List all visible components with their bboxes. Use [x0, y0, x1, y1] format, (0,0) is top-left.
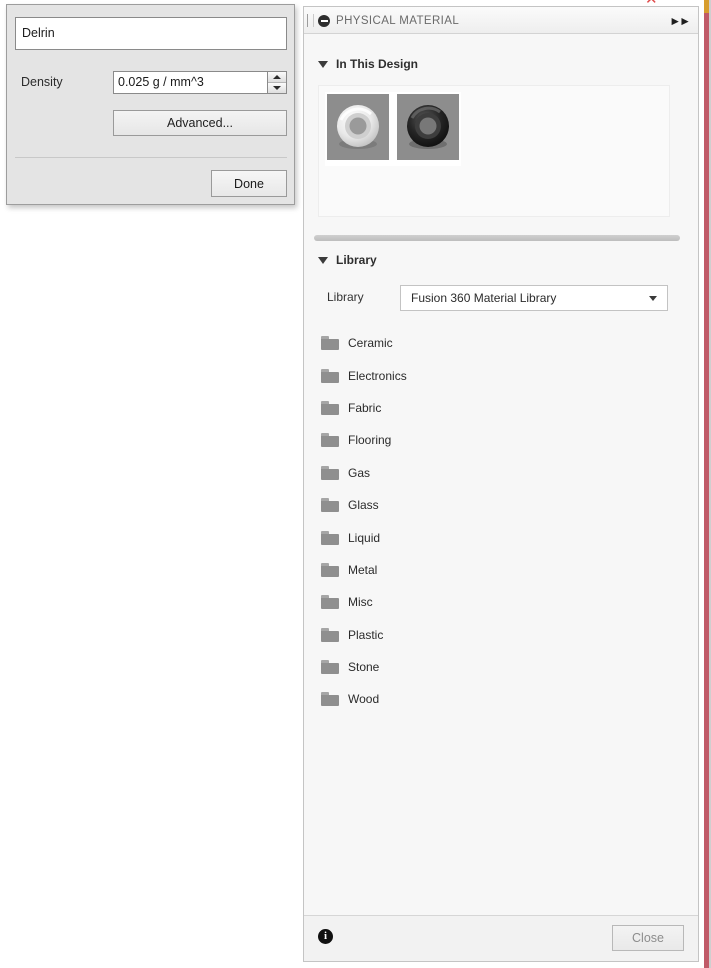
folder-icon	[321, 433, 339, 448]
list-item[interactable]: Misc	[318, 586, 690, 618]
list-item[interactable]: Glass	[318, 489, 690, 521]
library-section-header[interactable]: Library	[318, 253, 377, 267]
folder-icon	[321, 530, 339, 545]
library-folder-list: Ceramic Electronics Fabric Flooring Gas …	[318, 327, 690, 716]
density-stepper-up[interactable]	[268, 72, 286, 83]
library-select-value: Fusion 360 Material Library	[411, 291, 557, 305]
double-chevron-right-icon[interactable]: ►►	[669, 15, 691, 27]
chevron-down-icon	[649, 296, 657, 301]
folder-label: Metal	[348, 562, 378, 577]
density-label: Density	[21, 75, 63, 89]
material-name-input[interactable]: Delrin	[15, 17, 287, 50]
drag-grip-icon[interactable]	[307, 14, 314, 27]
list-item[interactable]: Electronics	[318, 359, 690, 391]
folder-icon	[321, 498, 339, 513]
library-select[interactable]: Fusion 360 Material Library	[400, 285, 668, 311]
list-item[interactable]: Liquid	[318, 521, 690, 553]
white-torus-material-swatch[interactable]	[327, 94, 389, 160]
list-item[interactable]: Metal	[318, 554, 690, 586]
folder-label: Stone	[348, 660, 380, 675]
folder-label: Misc	[348, 595, 373, 610]
folder-label: Fabric	[348, 400, 382, 415]
list-item[interactable]: Plastic	[318, 619, 690, 651]
library-select-row: Library Fusion 360 Material Library	[318, 285, 678, 311]
edit-material-dialog: Delrin Density 0.025 g / mm^3 Advanced..…	[6, 4, 295, 205]
section-splitter[interactable]	[314, 235, 680, 241]
screen-root: Delrin Density 0.025 g / mm^3 Advanced..…	[0, 0, 711, 968]
folder-icon	[321, 465, 339, 480]
folder-icon	[321, 627, 339, 642]
list-item[interactable]: Wood	[318, 683, 690, 715]
close-button[interactable]: Close	[612, 925, 684, 951]
panel-header: PHYSICAL MATERIAL ►►	[304, 7, 698, 34]
triangle-down-icon	[318, 60, 328, 68]
density-value[interactable]: 0.025 g / mm^3	[118, 72, 264, 93]
list-item[interactable]: Ceramic	[318, 327, 690, 359]
in-this-design-label: In This Design	[336, 57, 419, 71]
done-button[interactable]: Done	[211, 170, 287, 197]
panel-title: PHYSICAL MATERIAL	[336, 15, 460, 27]
black-torus-material-swatch[interactable]	[397, 94, 459, 160]
folder-icon	[321, 595, 339, 610]
folder-label: Electronics	[348, 368, 407, 383]
folder-icon	[321, 692, 339, 707]
folder-label: Plastic	[348, 627, 384, 642]
density-field[interactable]: 0.025 g / mm^3	[113, 71, 287, 94]
folder-icon	[321, 400, 339, 415]
folder-label: Wood	[348, 692, 380, 707]
triangle-down-icon	[273, 86, 281, 90]
in-this-design-swatch-area	[318, 85, 670, 217]
swatch-strip	[325, 92, 461, 166]
folder-icon	[321, 660, 339, 675]
list-item[interactable]: Fabric	[318, 392, 690, 424]
dialog-divider	[15, 157, 287, 158]
minus-circle-icon[interactable]	[318, 15, 330, 27]
panel-footer: Close	[304, 915, 698, 961]
folder-icon	[321, 562, 339, 577]
density-row: Density 0.025 g / mm^3	[15, 71, 287, 95]
folder-icon	[321, 368, 339, 383]
list-item[interactable]: Stone	[318, 651, 690, 683]
right-edge-strip	[702, 0, 711, 968]
list-item[interactable]: Flooring	[318, 424, 690, 456]
advanced-button[interactable]: Advanced...	[113, 110, 287, 136]
close-icon-fragment: ✕	[645, 0, 659, 7]
triangle-up-icon	[273, 75, 281, 79]
library-section-label: Library	[336, 253, 377, 267]
library-field-label: Library	[327, 290, 364, 304]
folder-label: Gas	[348, 465, 371, 480]
in-this-design-section-header[interactable]: In This Design	[318, 57, 418, 71]
triangle-down-icon	[318, 256, 328, 264]
physical-material-panel: PHYSICAL MATERIAL ►► In This Design Libr…	[303, 6, 699, 962]
density-stepper[interactable]	[267, 72, 286, 93]
list-item[interactable]: Gas	[318, 457, 690, 489]
folder-label: Ceramic	[348, 336, 393, 351]
info-circle-icon[interactable]	[318, 929, 333, 944]
folder-label: Flooring	[348, 433, 392, 448]
folder-icon	[321, 336, 339, 351]
density-stepper-down[interactable]	[268, 83, 286, 93]
folder-label: Liquid	[348, 530, 381, 545]
folder-label: Glass	[348, 498, 379, 513]
